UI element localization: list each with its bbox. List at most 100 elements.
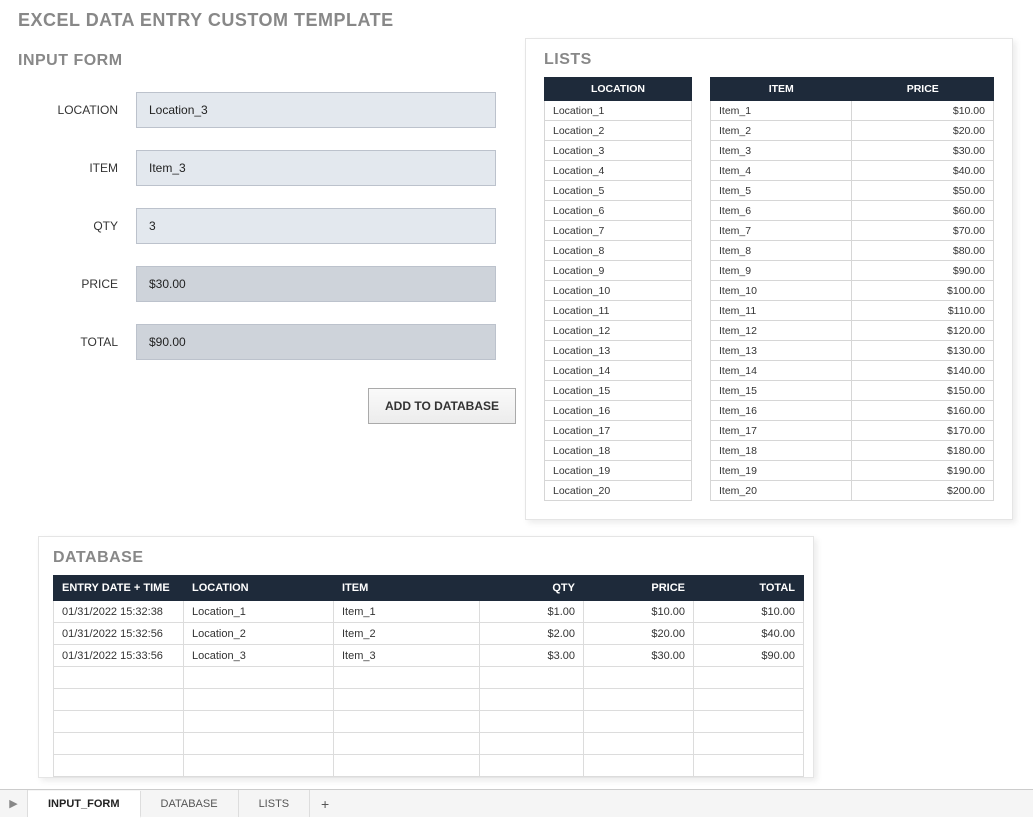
item-list-cell: Item_5 xyxy=(711,181,852,201)
db-cell-qty: $1.00 xyxy=(480,601,584,623)
location-list-cell: Location_14 xyxy=(545,361,692,381)
lists-title: LISTS xyxy=(544,51,994,69)
price-list-cell: $20.00 xyxy=(852,121,994,141)
item-list-cell: Item_4 xyxy=(711,161,852,181)
price-list-cell: $170.00 xyxy=(852,421,994,441)
qty-input[interactable]: 3 xyxy=(136,208,496,244)
location-list-cell: Location_11 xyxy=(545,301,692,321)
table-row-empty xyxy=(54,733,804,755)
item-list-cell: Item_14 xyxy=(711,361,852,381)
price-list-cell: $100.00 xyxy=(852,281,994,301)
location-list-cell: Location_15 xyxy=(545,381,692,401)
label-qty: QTY xyxy=(18,219,136,233)
db-header-item: ITEM xyxy=(334,576,480,601)
lists-panel: LISTS LOCATION Location_1Location_2Locat… xyxy=(525,38,1013,520)
price-list-cell: $190.00 xyxy=(852,461,994,481)
database-panel: DATABASE ENTRY DATE + TIME LOCATION ITEM… xyxy=(38,536,814,778)
item-list-cell: Item_11 xyxy=(711,301,852,321)
location-list-cell: Location_10 xyxy=(545,281,692,301)
table-row: 01/31/2022 15:32:38Location_1Item_1$1.00… xyxy=(54,601,804,623)
db-cell-total: $10.00 xyxy=(694,601,804,623)
item-input[interactable]: Item_3 xyxy=(136,150,496,186)
price-list-cell: $120.00 xyxy=(852,321,994,341)
label-item: ITEM xyxy=(18,161,136,175)
item-list-cell: Item_12 xyxy=(711,321,852,341)
db-cell-total: $40.00 xyxy=(694,623,804,645)
location-list-cell: Location_19 xyxy=(545,461,692,481)
db-header-entry: ENTRY DATE + TIME xyxy=(54,576,184,601)
table-row-empty xyxy=(54,755,804,777)
location-list-cell: Location_7 xyxy=(545,221,692,241)
db-cell-price: $30.00 xyxy=(584,645,694,667)
db-cell-entry: 01/31/2022 15:32:56 xyxy=(54,623,184,645)
item-list-cell: Item_16 xyxy=(711,401,852,421)
price-list-cell: $10.00 xyxy=(852,101,994,121)
input-form-section: INPUT FORM LOCATION Location_3 ITEM Item… xyxy=(18,52,496,424)
db-cell-location: Location_3 xyxy=(184,645,334,667)
price-list-cell: $60.00 xyxy=(852,201,994,221)
item-list-cell: Item_7 xyxy=(711,221,852,241)
location-list-cell: Location_6 xyxy=(545,201,692,221)
db-header-total: TOTAL xyxy=(694,576,804,601)
db-header-price: PRICE xyxy=(584,576,694,601)
location-list-cell: Location_17 xyxy=(545,421,692,441)
price-list-cell: $70.00 xyxy=(852,221,994,241)
database-table: ENTRY DATE + TIME LOCATION ITEM QTY PRIC… xyxy=(53,575,804,777)
db-cell-entry: 01/31/2022 15:33:56 xyxy=(54,645,184,667)
price-list-cell: $180.00 xyxy=(852,441,994,461)
item-list-cell: Item_10 xyxy=(711,281,852,301)
add-sheet-button[interactable]: + xyxy=(310,790,340,817)
location-list-cell: Location_20 xyxy=(545,481,692,501)
db-cell-total: $90.00 xyxy=(694,645,804,667)
price-list-cell: $80.00 xyxy=(852,241,994,261)
location-input[interactable]: Location_3 xyxy=(136,92,496,128)
sheet-nav-arrow-icon[interactable]: ▶ xyxy=(0,790,28,817)
db-cell-location: Location_2 xyxy=(184,623,334,645)
add-to-database-button[interactable]: ADD TO DATABASE xyxy=(368,388,516,424)
location-list-cell: Location_9 xyxy=(545,261,692,281)
location-list-cell: Location_12 xyxy=(545,321,692,341)
item-list-cell: Item_2 xyxy=(711,121,852,141)
table-row: 01/31/2022 15:32:56Location_2Item_2$2.00… xyxy=(54,623,804,645)
location-list-cell: Location_3 xyxy=(545,141,692,161)
table-row-empty xyxy=(54,667,804,689)
location-list-cell: Location_18 xyxy=(545,441,692,461)
item-list-cell: Item_9 xyxy=(711,261,852,281)
item-list-cell: Item_8 xyxy=(711,241,852,261)
item-list-cell: Item_13 xyxy=(711,341,852,361)
item-header: ITEM xyxy=(711,78,852,101)
sheet-tab-database[interactable]: DATABASE xyxy=(141,790,239,817)
item-list-cell: Item_20 xyxy=(711,481,852,501)
location-list-cell: Location_1 xyxy=(545,101,692,121)
db-cell-price: $10.00 xyxy=(584,601,694,623)
db-cell-qty: $3.00 xyxy=(480,645,584,667)
item-list-cell: Item_1 xyxy=(711,101,852,121)
sheet-tab-input_form[interactable]: INPUT_FORM xyxy=(28,791,141,818)
item-price-list-table: ITEM PRICE Item_1$10.00Item_2$20.00Item_… xyxy=(710,77,994,501)
price-field: $30.00 xyxy=(136,266,496,302)
db-cell-entry: 01/31/2022 15:32:38 xyxy=(54,601,184,623)
price-list-cell: $130.00 xyxy=(852,341,994,361)
item-list-cell: Item_6 xyxy=(711,201,852,221)
location-list-cell: Location_16 xyxy=(545,401,692,421)
location-list-cell: Location_5 xyxy=(545,181,692,201)
sheet-tab-bar: ▶ INPUT_FORMDATABASELISTS + xyxy=(0,789,1033,817)
db-header-location: LOCATION xyxy=(184,576,334,601)
db-cell-item: Item_3 xyxy=(334,645,480,667)
location-list-cell: Location_2 xyxy=(545,121,692,141)
location-list-table: LOCATION Location_1Location_2Location_3L… xyxy=(544,77,692,501)
location-list-cell: Location_13 xyxy=(545,341,692,361)
location-header: LOCATION xyxy=(545,78,692,101)
location-list-cell: Location_4 xyxy=(545,161,692,181)
label-price: PRICE xyxy=(18,277,136,291)
item-list-cell: Item_15 xyxy=(711,381,852,401)
label-location: LOCATION xyxy=(18,103,136,117)
database-title: DATABASE xyxy=(53,549,799,567)
sheet-tab-lists[interactable]: LISTS xyxy=(239,790,311,817)
table-row: 01/31/2022 15:33:56Location_3Item_3$3.00… xyxy=(54,645,804,667)
db-header-qty: QTY xyxy=(480,576,584,601)
item-list-cell: Item_17 xyxy=(711,421,852,441)
price-list-cell: $150.00 xyxy=(852,381,994,401)
price-list-cell: $200.00 xyxy=(852,481,994,501)
item-list-cell: Item_18 xyxy=(711,441,852,461)
